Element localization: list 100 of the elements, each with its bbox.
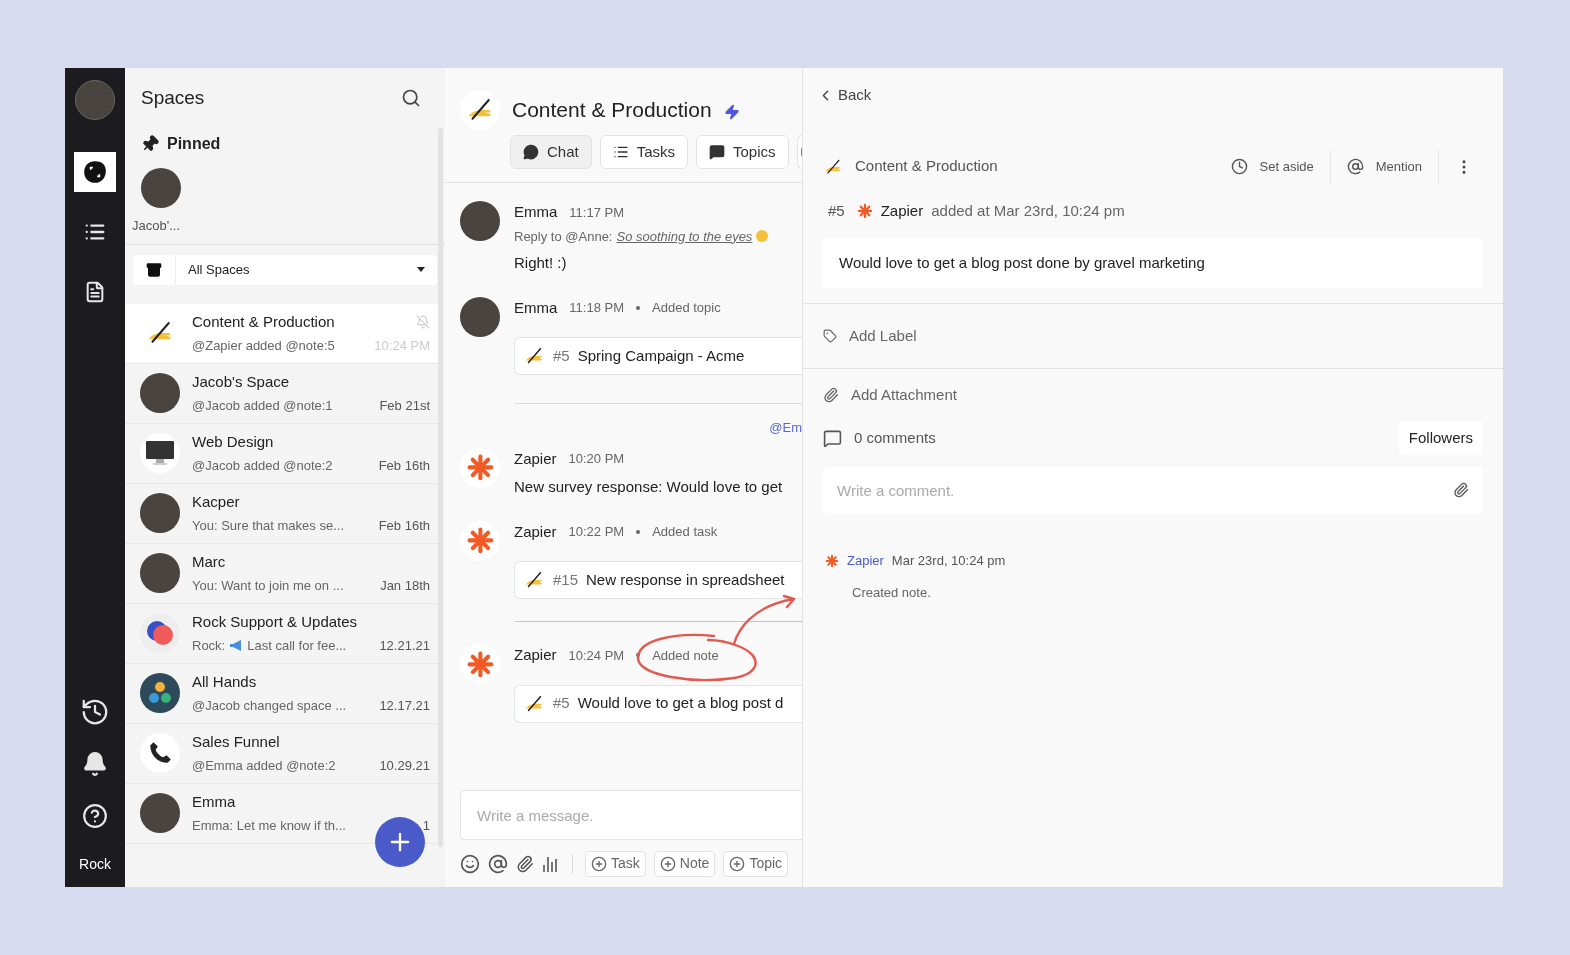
note-body: Would love to get a blog post done by gravel marketing — [823, 238, 1483, 288]
add-item-button[interactable]: Task — [585, 850, 646, 877]
clock-icon — [1230, 158, 1248, 175]
channel-tab[interactable]: Chat — [510, 135, 592, 169]
rail-button[interactable] — [74, 152, 116, 192]
item-card[interactable]: #5 Would love to get a blog post d — [514, 684, 802, 723]
caret-icon — [417, 267, 425, 272]
space-name: All Hands — [192, 671, 257, 692]
history-icon — [80, 697, 110, 727]
space-name: Web Design — [192, 431, 274, 452]
back-link[interactable]: Back — [803, 84, 872, 107]
author-name: Zapier — [514, 645, 557, 665]
emoji-icon[interactable] — [460, 853, 480, 874]
action-label: Added note — [652, 645, 719, 665]
channel-tab[interactable]: Topics — [696, 135, 789, 169]
bar-chart-icon[interactable] — [542, 854, 560, 873]
avatar — [140, 373, 180, 413]
author-link[interactable]: Zapier — [847, 551, 884, 571]
bell-icon — [82, 751, 108, 777]
space-name: Content & Production — [192, 311, 335, 332]
avatar — [140, 793, 180, 833]
timestamp: Feb 16th — [378, 517, 430, 535]
section-title: Pinned — [167, 134, 221, 154]
pinned-space[interactable]: Jacob'... — [131, 164, 181, 236]
paperclip-icon[interactable] — [516, 854, 534, 873]
author-name: Zapier — [514, 521, 557, 542]
message-preview: @Zapier added @note:5 — [192, 337, 335, 355]
add-label-button[interactable]: Add Label — [803, 304, 917, 368]
comment-icon — [823, 428, 842, 448]
message-preview: Emma: Let me know if th... — [192, 817, 346, 835]
muted-bell-icon — [416, 314, 430, 329]
message-preview: You: Want to join me on ... — [192, 577, 344, 595]
item-title: Spring Campaign - Acme — [577, 345, 745, 366]
reply-label: Reply to @Anne: — [514, 227, 613, 246]
chat-icon — [523, 144, 539, 160]
add-space-button[interactable] — [375, 817, 425, 867]
search-icon[interactable] — [401, 88, 421, 108]
add-item-button[interactable]: Note — [653, 850, 716, 877]
note-action-button[interactable]: Mention — [1330, 149, 1439, 184]
message-text: New survey response: Would love to get — [514, 477, 784, 497]
item-card[interactable]: #5 Spring Campaign - Acme — [514, 337, 802, 375]
space-name: Emma — [192, 791, 236, 812]
author-name: Emma — [514, 202, 558, 222]
monitor-icon — [145, 440, 175, 466]
message-text: Right! :) — [514, 253, 568, 273]
space-name: Rock Support & Updates — [192, 611, 358, 632]
item-title: Would love to get a blog post d — [577, 693, 784, 714]
message-time: 10:22 PM — [568, 523, 625, 541]
paperclip-icon[interactable] — [1453, 482, 1469, 498]
avatar — [460, 296, 500, 337]
at-sign-icon[interactable] — [488, 853, 508, 874]
plus-circle-icon — [659, 855, 676, 872]
lightning-icon — [723, 104, 740, 120]
note-action-button[interactable]: Set aside — [1214, 149, 1331, 184]
app-name: Rock — [79, 855, 111, 874]
paperclip-icon — [823, 387, 839, 403]
message-time: 10:20 PM — [568, 450, 625, 468]
item-number: #5 — [553, 693, 570, 714]
message-preview: Last call for fee... — [247, 637, 347, 655]
stack-icon — [146, 261, 162, 278]
message-time: 11:17 PM — [569, 203, 625, 222]
timestamp: 12.17.21 — [379, 697, 430, 715]
timestamp: 12.21.21 — [379, 637, 430, 655]
action-label: Added topic — [652, 299, 721, 317]
space-name: Jacob's Space — [192, 371, 290, 392]
message-preview: @Jacob added @note:1 — [192, 397, 333, 415]
space-filter-dropdown[interactable]: All Spaces — [133, 254, 437, 285]
add-item-button[interactable]: Topic — [723, 850, 789, 877]
comment-input[interactable]: Write a comment. — [823, 467, 1483, 513]
followers-button[interactable]: Followers — [1398, 421, 1483, 455]
plus-circle-icon — [591, 855, 607, 872]
channel-tab[interactable]: Tasks — [599, 135, 689, 169]
panel-title: Spaces — [141, 85, 205, 110]
user-avatar[interactable] — [75, 80, 115, 120]
topic-icon — [709, 144, 726, 160]
asterisk-logo-icon — [465, 526, 495, 555]
message-preview: @Jacob changed space ... — [192, 697, 347, 715]
space-name: Kacper — [192, 491, 240, 512]
people-icon — [147, 681, 173, 705]
add-attachment-button[interactable]: Add Attachment — [803, 369, 957, 421]
message-input[interactable]: Write a message. — [460, 790, 802, 840]
preview-sender: Rock: — [192, 637, 226, 655]
message-preview: @Emma added @note:2 — [192, 757, 336, 775]
comment-count: 0 comments — [854, 427, 936, 448]
list-icon — [612, 144, 629, 160]
quoted-message-link[interactable]: So soothing to the eyes — [616, 226, 753, 246]
message-preview: You: Sure that makes se... — [192, 517, 344, 535]
channel-title: Content & Production — [512, 97, 712, 124]
space-name: Sales Funnel — [192, 731, 280, 752]
author-name: Zapier — [514, 448, 557, 469]
author-name: Emma — [514, 297, 558, 318]
mention-link[interactable]: @Em — [769, 418, 802, 438]
note-number: #5 — [828, 200, 845, 221]
item-number: #15 — [553, 569, 579, 590]
help-icon — [82, 803, 108, 829]
message-preview: @Jacob added @note:2 — [192, 457, 333, 475]
item-card[interactable]: #15 New response in spreadsheet — [514, 561, 802, 599]
timestamp: 10.29.21 — [379, 757, 430, 775]
timestamp: Feb 21st — [379, 397, 430, 415]
timestamp: 1 — [422, 817, 430, 835]
